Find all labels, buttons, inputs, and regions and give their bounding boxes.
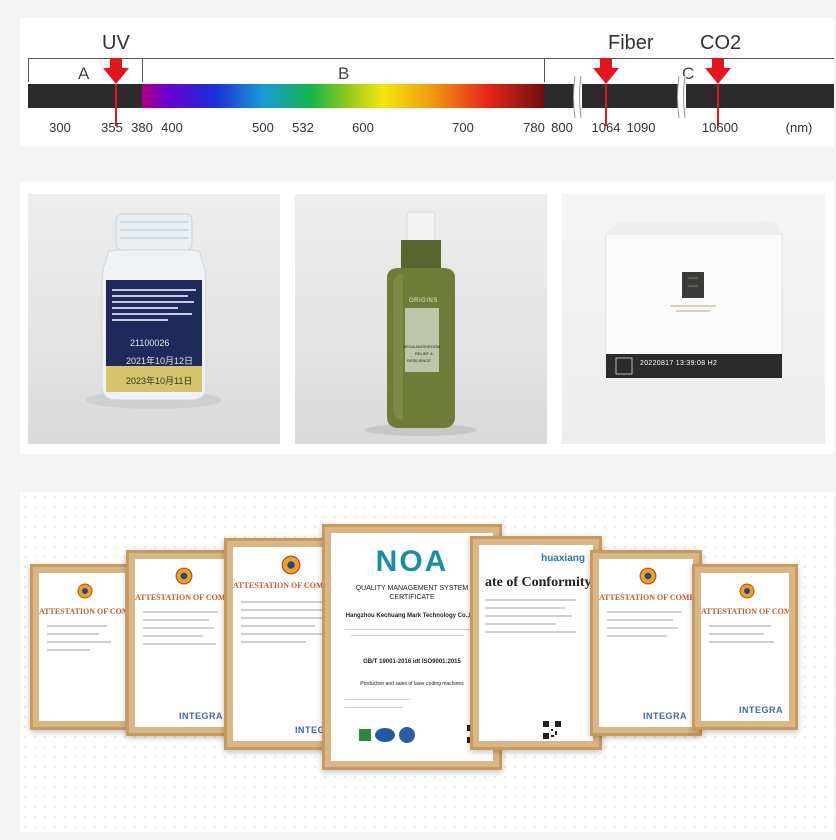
huaxiang-logo: huaxiang [541, 553, 585, 564]
axis-break-icon [573, 76, 582, 118]
tick-label: 532 [292, 120, 314, 135]
tick-label: 700 [452, 120, 474, 135]
attestation-title: ATTESTATION OF COMPLIANCE [39, 607, 125, 616]
tick-label: 300 [49, 120, 71, 135]
integra-logo: INTEGRA [643, 711, 687, 721]
bottle-label-line: RESILIENCE [407, 358, 431, 363]
attestation-certificate: ATTESTATION OF COMPLIANCE INTEGRA [599, 559, 693, 727]
printed-box-image [605, 222, 783, 378]
region-b-label: B [338, 64, 350, 83]
region-a-label: A [78, 64, 90, 83]
seal-emblem-icon [739, 583, 755, 599]
visible-bar-segment [142, 84, 544, 108]
attestation-title: ATTESTATION OF COMPLIANCE [599, 593, 693, 602]
bracket-edge [544, 58, 545, 82]
accreditation-logos-icon [359, 727, 415, 743]
jar-label-date: 2021年10月12日 [126, 356, 194, 366]
attestation-title: ATTESTATION OF COMPLIANCE [701, 607, 789, 616]
tick-label: 500 [252, 120, 274, 135]
conformity-title: ate of Conformity [485, 575, 592, 590]
tick-label: 380 [131, 120, 153, 135]
certificate-frame: huaxiang ate of Conformity [470, 536, 602, 750]
noa-standard: GB/T 19001-2016 idt ISO9001:2015 [363, 659, 461, 665]
certificate-frame: ATTESTATION OF COMPLIANCE [30, 564, 134, 730]
integra-logo: INTEGRA [179, 711, 223, 721]
integra-logo: INTEGRA [739, 705, 783, 715]
region-b-bracket [142, 58, 544, 59]
glass-jar-image [86, 213, 222, 409]
uv-label: UV [102, 32, 130, 54]
attestation-certificate: ATTESTATION OF COMPLIANCE INTEGRA [135, 559, 229, 727]
seal-emblem-icon [175, 567, 193, 585]
noa-quality-certificate: NOA QUALITY MANAGEMENT SYSTEM CERTIFICAT… [331, 533, 493, 761]
certificate-frame: ATTESTATION OF COMPLIANCE INTEGRA [126, 550, 238, 736]
tick-label: 800 [551, 120, 573, 135]
wavelength-spectrum-diagram: UV Fiber CO2 A B C 300 355 380 400 500 5… [20, 18, 834, 146]
attestation-title: ATTESTATION OF COMPLIANCE [135, 593, 229, 602]
green-bottle-image [365, 211, 477, 436]
tick-label: 600 [352, 120, 374, 135]
arrow-down-icon [705, 58, 731, 84]
infrared-bar-segment [544, 84, 834, 108]
noa-title-line-1: QUALITY MANAGEMENT SYSTEM [355, 585, 469, 592]
certificate-frame: ATTESTATION OF COMPLIANCE INTEGRA [590, 550, 702, 736]
tick-label: 400 [161, 120, 183, 135]
qr-code-icon [543, 721, 561, 739]
green-bottle-photo: ORIGINS MEGA-MUSHROOM RELIEF & RESILIENC… [295, 194, 547, 444]
seal-emblem-icon [639, 567, 657, 585]
attestation-certificate: ATTESTATION OF COMPLIANCE INTEGRA [701, 573, 789, 721]
certificate-frame: ATTESTATION OF COMPLIANCE INTEGRA [692, 564, 798, 730]
axis-break-icon [677, 76, 686, 118]
jar-label-expiry: 2023年10月11日 [126, 376, 193, 386]
printed-box-photo: 20220817 13:39:08 H2 [562, 194, 825, 444]
attestation-certificate: ATTESTATION OF COMPLIANCE [39, 573, 125, 721]
unit-label: (nm) [785, 120, 813, 135]
fiber-label: Fiber [608, 32, 654, 54]
seal-emblem-icon [281, 555, 301, 575]
co2-label: CO2 [700, 32, 742, 54]
box-print-code: 20220817 13:39:08 H2 [640, 360, 718, 367]
certificates-showcase: ATTESTATION OF COMPLIANCE ATTESTATION OF… [20, 492, 834, 832]
bracket-edge [28, 58, 29, 82]
tick-label: 780 [523, 120, 545, 135]
bottle-brand: ORIGINS [409, 298, 438, 304]
region-c-bracket [544, 58, 834, 59]
uv-bar-segment [28, 84, 142, 108]
tick-label: 1090 [626, 120, 656, 135]
arrow-down-icon [103, 58, 129, 84]
bottle-label-line: RELIEF & [415, 351, 433, 356]
tick-label: 1064 [591, 120, 621, 135]
noa-title-line-2: CERTIFICATE [389, 594, 435, 601]
bracket-edge [142, 58, 143, 82]
tick-label: 10600 [701, 120, 739, 135]
seal-emblem-icon [77, 583, 93, 599]
bottle-label-line: MEGA-MUSHROOM [403, 344, 441, 349]
certificate-of-conformity: huaxiang ate of Conformity [479, 545, 593, 741]
jar-label-batch: 21100026 [130, 338, 170, 348]
glass-jar-photo: 21100026 2021年10月12日 2023年10月11日 [28, 194, 280, 444]
noa-logo: NOA [375, 545, 449, 578]
noa-company-name: Hangzhou Kechuang Mark Technology Co.,Lt… [345, 613, 479, 619]
tick-label: 355 [101, 120, 123, 135]
product-photos-row: 21100026 2021年10月12日 2023年10月11日 ORIGINS… [20, 182, 834, 454]
arrow-down-icon [593, 58, 619, 84]
noa-scope: Production and sales of laser coding mac… [360, 681, 464, 687]
